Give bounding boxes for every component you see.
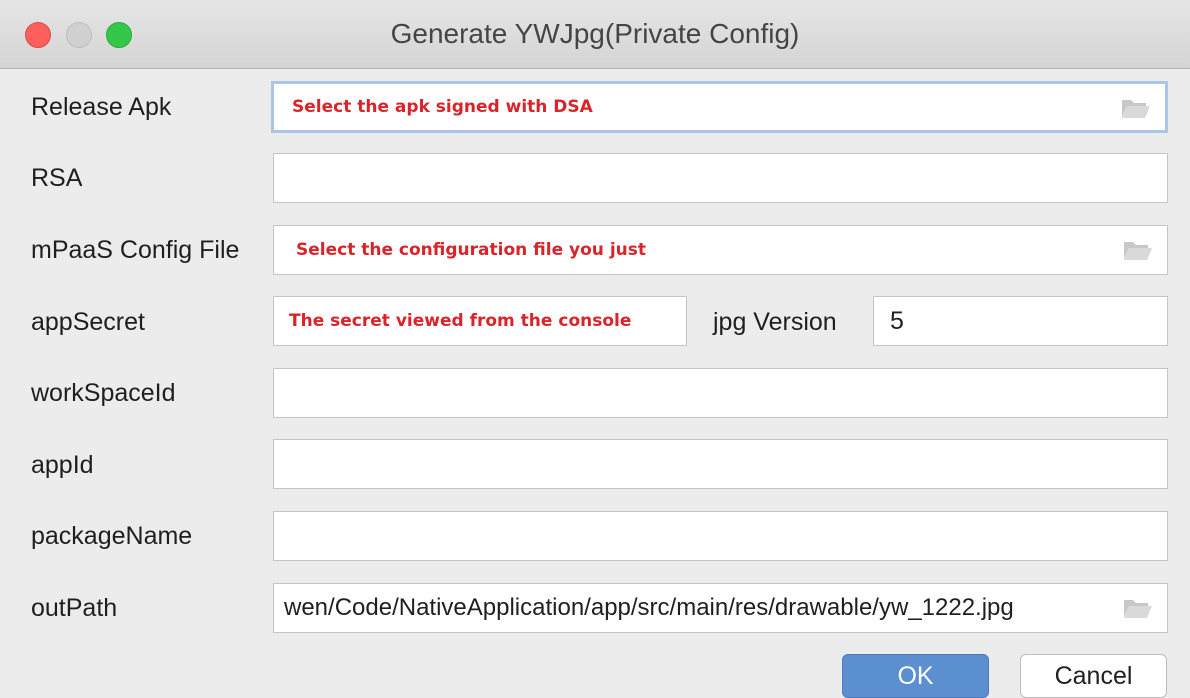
- out-path-field[interactable]: wen/Code/NativeApplication/app/src/main/…: [273, 583, 1168, 633]
- jpg-version-label: jpg Version: [713, 308, 837, 336]
- dialog-content: Release Apk Select the apk signed with D…: [0, 69, 1190, 698]
- package-name-value: [288, 512, 1119, 560]
- jpg-version-field[interactable]: 5: [873, 296, 1168, 346]
- app-secret-hint: The secret viewed from the console: [289, 311, 632, 331]
- workspace-id-label: workSpaceId: [31, 379, 176, 407]
- folder-icon[interactable]: [1123, 239, 1153, 261]
- workspace-id-field[interactable]: [273, 368, 1168, 418]
- jpg-version-value: 5: [890, 306, 904, 335]
- rsa-field[interactable]: [273, 153, 1168, 203]
- release-apk-field[interactable]: Select the apk signed with DSA: [271, 81, 1168, 133]
- title-bar: Generate YWJpg(Private Config): [0, 0, 1190, 69]
- app-secret-label: appSecret: [31, 308, 145, 336]
- mpaas-config-label: mPaaS Config File: [31, 236, 240, 264]
- cancel-button[interactable]: Cancel: [1020, 654, 1167, 698]
- app-secret-field[interactable]: The secret viewed from the console: [273, 296, 687, 346]
- package-name-field[interactable]: [273, 511, 1168, 561]
- rsa-label: RSA: [31, 164, 83, 192]
- rsa-value: [288, 154, 1119, 202]
- app-id-value: [288, 440, 1119, 488]
- out-path-value: wen/Code/NativeApplication/app/src/main/…: [284, 594, 1014, 621]
- package-name-label: packageName: [31, 522, 193, 550]
- workspace-id-value: [288, 369, 1119, 417]
- mpaas-config-field[interactable]: Select the configuration file you just: [273, 225, 1168, 275]
- app-id-label: appId: [31, 451, 94, 479]
- release-apk-label: Release Apk: [31, 93, 172, 121]
- release-apk-hint: Select the apk signed with DSA: [292, 97, 593, 117]
- mpaas-config-hint: Select the configuration file you just: [296, 240, 647, 260]
- ok-button[interactable]: OK: [842, 654, 989, 698]
- window-title: Generate YWJpg(Private Config): [390, 18, 800, 49]
- out-path-label: outPath: [31, 594, 118, 622]
- folder-icon[interactable]: [1121, 97, 1151, 119]
- folder-icon[interactable]: [1123, 597, 1153, 619]
- app-id-field[interactable]: [273, 439, 1168, 489]
